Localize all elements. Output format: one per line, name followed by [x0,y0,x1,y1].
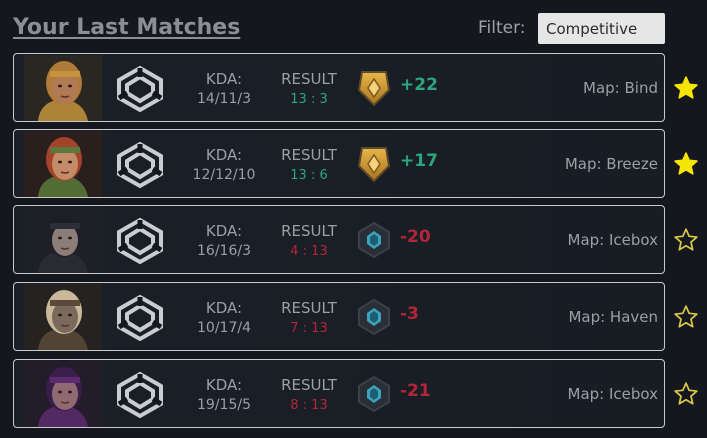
filter-select[interactable]: Competitive [538,13,665,44]
competitive-tier-icon [114,217,166,265]
map-name: Map: Bind [583,79,658,97]
result-label: RESULT [281,70,337,88]
gold-rank-icon [356,144,392,184]
agent-portrait-icon [24,131,102,197]
map-name: Map: Icebox [567,231,659,249]
rr-change: +22 [400,75,438,95]
result-label: RESULT [281,299,337,317]
page-title: Your Last Matches [13,15,241,40]
kda-label: KDA: [205,376,243,394]
competitive-tier-icon [114,294,166,342]
result-label: RESULT [281,222,337,240]
match-row[interactable]: KDA: 14/11/3 RESULT 13 : 3 +22 Map: Bind [13,53,665,122]
kda-value: 16/16/3 [197,243,251,259]
kda-value: 19/15/5 [197,397,251,413]
rr-change: -20 [400,227,431,247]
result-score: 8 : 13 [290,398,328,413]
match-row[interactable]: KDA: 16/16/3 RESULT 4 : 13 -20 Map: Icebox [13,205,665,274]
diamond-rank-icon [356,297,392,337]
star-outline-icon[interactable] [673,304,699,330]
map-name: Map: Breeze [564,155,658,173]
filter-label: Filter: [478,18,526,38]
diamond-rank-icon [356,374,392,414]
result-label: RESULT [281,146,337,164]
rr-change: -3 [400,304,419,324]
agent-portrait-icon [24,207,102,273]
kda-label: KDA: [205,70,243,88]
kda-value: 12/12/10 [192,167,256,183]
rr-change: +17 [400,151,438,171]
match-row[interactable]: KDA: 12/12/10 RESULT 13 : 6 +17 Map: Breeze [13,129,665,198]
agent-portrait-icon [24,361,102,427]
matches-header: Your Last Matches Filter: Competitive [13,12,665,46]
competitive-tier-icon [114,141,166,189]
match-row[interactable]: KDA: 19/15/5 RESULT 8 : 13 -21 Map: Icebox [13,359,665,428]
kda-label: KDA: [205,146,243,164]
rr-change: -21 [400,381,431,401]
star-filled-icon[interactable] [673,151,699,177]
star-outline-icon[interactable] [673,227,699,253]
map-name: Map: Haven [568,308,658,326]
star-filled-icon[interactable] [673,75,699,101]
kda-value: 10/17/4 [197,320,251,336]
agent-portrait-icon [24,55,102,121]
result-score: 13 : 6 [290,168,328,183]
competitive-tier-icon [114,371,166,419]
star-outline-icon[interactable] [673,381,699,407]
result-score: 13 : 3 [290,92,328,107]
map-name: Map: Icebox [567,385,659,403]
result-label: RESULT [281,376,337,394]
result-score: 4 : 13 [290,244,328,259]
match-row[interactable]: KDA: 10/17/4 RESULT 7 : 13 -3 Map: Haven [13,282,665,351]
gold-rank-icon [356,68,392,108]
result-score: 7 : 13 [290,321,328,336]
agent-portrait-icon [24,284,102,350]
kda-label: KDA: [205,222,243,240]
diamond-rank-icon [356,220,392,260]
competitive-tier-icon [114,65,166,113]
kda-label: KDA: [205,299,243,317]
kda-value: 14/11/3 [197,91,251,107]
